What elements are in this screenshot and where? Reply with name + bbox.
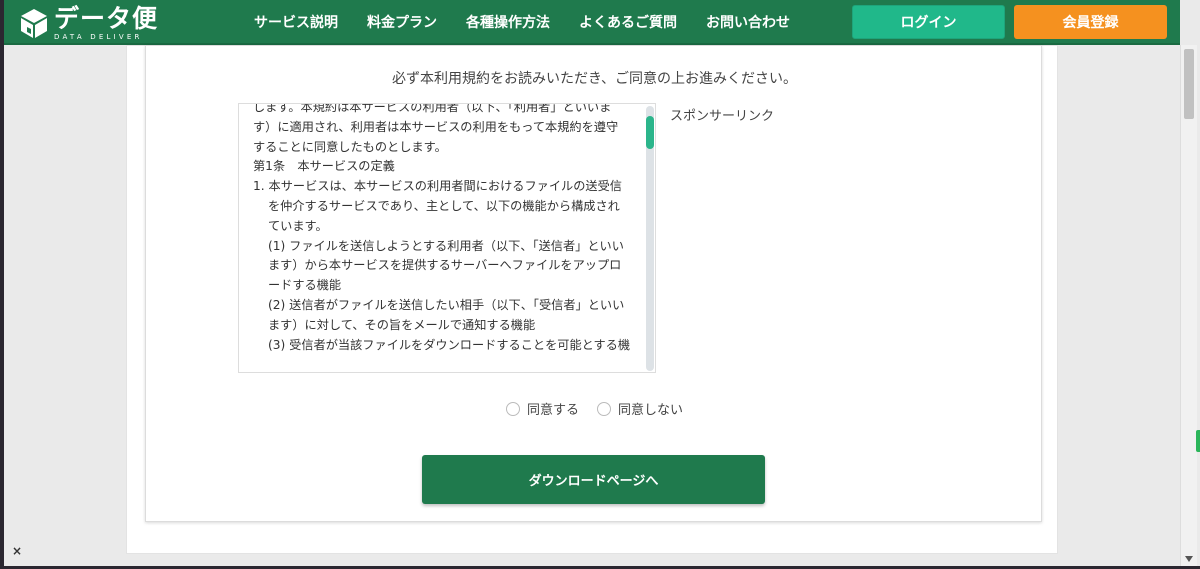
- terms-line: ます）から本サービスを提供するサーバーへファイルをアップロ: [268, 258, 622, 273]
- terms-scrollbar-thumb[interactable]: [646, 116, 654, 149]
- terms-line: ています。: [268, 218, 328, 233]
- agree-radio[interactable]: [505, 401, 520, 416]
- cube-logo-icon: [21, 9, 47, 38]
- site-logo[interactable]: データ便 DATA DELIVER: [18, 4, 158, 42]
- disagree-label: 同意しない: [618, 403, 684, 418]
- agree-label: 同意する: [526, 403, 579, 418]
- terms-line: す）に適用され、利用者は本サービスの利用をもって本規約を遵守: [253, 119, 619, 134]
- download-page-button[interactable]: ダウンロードページへ: [422, 455, 765, 504]
- window-frame-left: [0, 0, 4, 569]
- agree-option[interactable]: 同意する: [505, 399, 579, 418]
- nav-service[interactable]: サービス説明: [254, 12, 338, 32]
- terms-line: (3) 受信者が当該ファイルをダウンロードすることを可能とする機: [268, 337, 631, 352]
- nav-contact[interactable]: お問い合わせ: [706, 12, 790, 32]
- terms-line: (1) ファイルを送信しようとする利用者（以下、「送信者」といい: [268, 238, 624, 253]
- terms-line: することに同意したものとします。: [253, 139, 447, 154]
- terms-article-heading: 第1条 本サービスの定義: [253, 159, 395, 174]
- terms-line: 1. 本サービスは、本サービスの利用者間におけるファイルの送受信: [253, 179, 622, 194]
- site-header: データ便 DATA DELIVER サービス説明 料金プラン 各種操作方法 よく…: [4, 0, 1180, 45]
- scroll-down-arrow-icon[interactable]: [1185, 556, 1193, 562]
- disagree-radio[interactable]: [597, 401, 611, 416]
- nav-faq[interactable]: よくあるご質問: [579, 12, 677, 32]
- terms-textbox[interactable]: します。本規約は本サービスの利用者（以下、「利用者」といいま す）に適用され、利…: [238, 103, 656, 373]
- nav-pricing[interactable]: 料金プラン: [367, 12, 437, 32]
- terms-line: (2) 送信者がファイルを送信したい相手（以下、「受信者」といい: [268, 297, 625, 312]
- register-button[interactable]: 会員登録: [1014, 5, 1167, 39]
- logo-subtitle: DATA DELIVER: [54, 32, 143, 41]
- login-button[interactable]: ログイン: [852, 5, 1005, 39]
- sponsor-link-label: スポンサーリンク: [670, 109, 775, 124]
- terms-content: します。本規約は本サービスの利用者（以下、「利用者」といいま す）に適用され、利…: [253, 103, 635, 355]
- page-scrollbar[interactable]: [1180, 45, 1197, 566]
- disagree-option[interactable]: 同意しない: [597, 399, 683, 418]
- side-tab-indicator[interactable]: [1196, 430, 1200, 452]
- terms-line: を仲介するサービスであり、主として、以下の機能から構成され: [268, 198, 620, 213]
- agreement-radio-group: 同意する 同意しない: [146, 399, 1043, 418]
- terms-scrollbar[interactable]: [646, 106, 654, 371]
- terms-line: します。本規約は本サービスの利用者（以下、「利用者」といいま: [253, 103, 612, 114]
- terms-line: ードする機能: [268, 278, 342, 293]
- page-scrollbar-thumb[interactable]: [1184, 49, 1194, 119]
- terms-card: 必ず本利用規約をお読みいただき、ご同意の上お進みください。 します。本規約は本サ…: [145, 45, 1042, 522]
- logo-title: データ便: [54, 3, 159, 33]
- close-icon[interactable]: ×: [12, 544, 22, 558]
- terms-line: ます）に対して、その旨をメールで通知する機能: [268, 317, 536, 332]
- main-nav: サービス説明 料金プラン 各種操作方法 よくあるご質問 お問い合わせ: [254, 0, 819, 44]
- terms-notice: 必ず本利用規約をお読みいただき、ご同意の上お進みください。: [391, 71, 798, 87]
- nav-howto[interactable]: 各種操作方法: [466, 12, 550, 32]
